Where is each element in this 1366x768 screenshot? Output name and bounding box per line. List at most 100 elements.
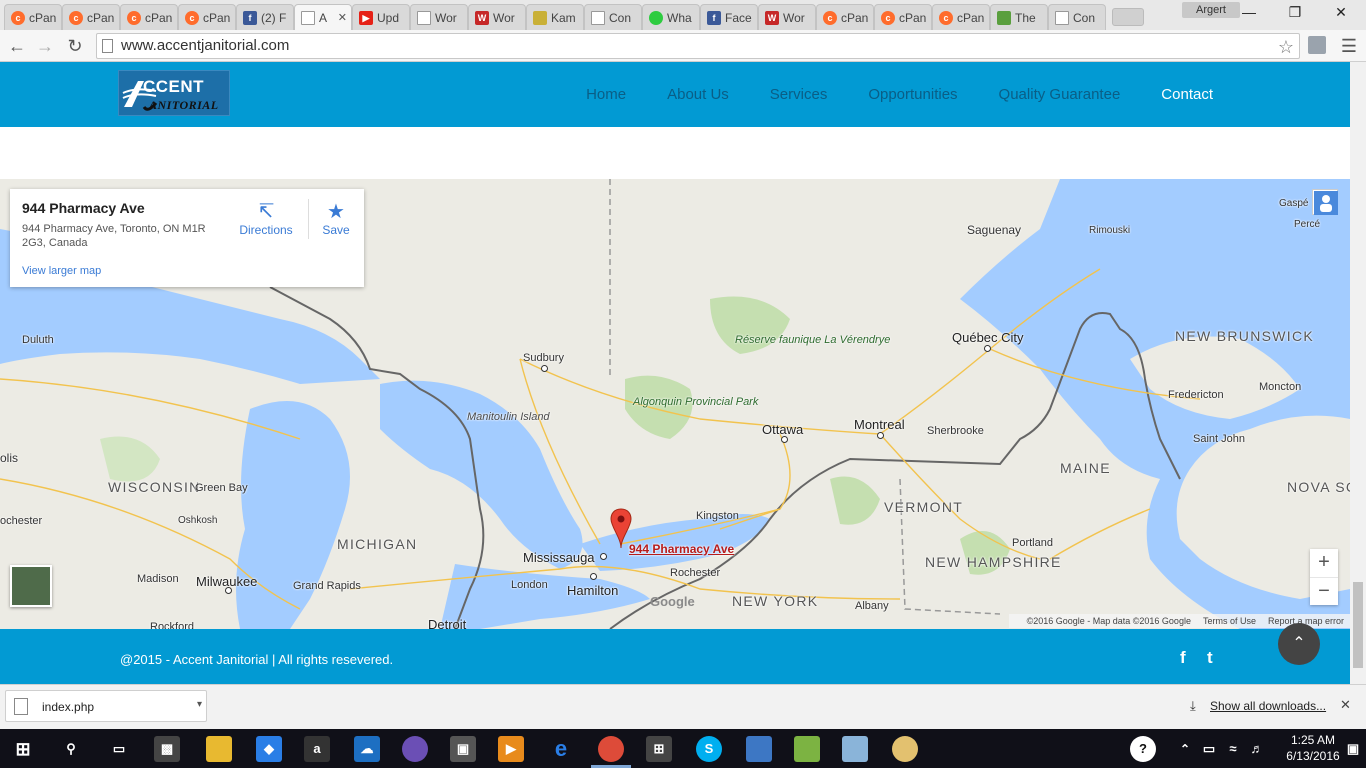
download-arrow-icon: ⤓: [1190, 698, 1196, 713]
minimize-button[interactable]: —: [1226, 0, 1272, 24]
browser-tab[interactable]: W Wor: [468, 4, 526, 30]
close-window-button[interactable]: ✕: [1318, 0, 1364, 24]
task-view-icon[interactable]: ▭: [106, 736, 132, 762]
internet-explorer-icon[interactable]: e: [548, 736, 574, 762]
nav-home[interactable]: Home: [586, 86, 626, 103]
browser-tab[interactable]: W Wor: [758, 4, 816, 30]
satellite-toggle[interactable]: [10, 565, 52, 607]
cpanel-icon: c: [185, 10, 199, 25]
browser-tab[interactable]: The: [990, 4, 1048, 30]
terms-of-use-link[interactable]: Terms of Use: [1203, 616, 1256, 626]
map-label-london: London: [511, 579, 548, 591]
close-downloads-icon[interactable]: ✕: [1340, 697, 1351, 713]
browser-tab[interactable]: Con: [584, 4, 642, 30]
browser-tab[interactable]: ▶ Upd: [352, 4, 410, 30]
download-item[interactable]: index.php ▾: [5, 690, 207, 722]
browser-tab[interactable]: Wor: [410, 4, 468, 30]
close-tab-icon[interactable]: ✕: [338, 11, 347, 24]
extension-icon[interactable]: [1308, 36, 1326, 54]
browser-tab[interactable]: A ✕: [294, 4, 352, 30]
volume-icon[interactable]: ♬: [1244, 736, 1270, 762]
wifi-icon[interactable]: ≈: [1220, 736, 1246, 762]
browser-tab[interactable]: c cPan: [874, 4, 932, 30]
maximize-button[interactable]: ❐: [1272, 0, 1318, 24]
zoom-in-button[interactable]: +: [1310, 549, 1338, 577]
forward-icon[interactable]: →: [32, 34, 58, 58]
browser-tab[interactable]: c cPan: [4, 4, 62, 30]
browser-tab[interactable]: c cPan: [932, 4, 990, 30]
tray-chevron-icon[interactable]: ⌃: [1172, 736, 1198, 762]
browser-tab[interactable]: Kam: [526, 4, 584, 30]
view-larger-map-link[interactable]: View larger map: [22, 265, 101, 277]
browser-tab[interactable]: c cPan: [62, 4, 120, 30]
windows-start-icon[interactable]: ⊞: [10, 736, 36, 762]
browser-tab[interactable]: Wha: [642, 4, 700, 30]
amazon-icon[interactable]: a: [304, 736, 330, 762]
page-icon: [102, 39, 113, 53]
directions-button[interactable]: ↸ Directions: [236, 199, 296, 237]
back-icon[interactable]: ←: [4, 34, 30, 58]
help-icon[interactable]: ?: [1130, 736, 1156, 762]
app-icon[interactable]: [746, 736, 772, 762]
search-icon[interactable]: ⚲: [58, 736, 84, 762]
notepad-plus-icon[interactable]: [794, 736, 820, 762]
page-scrollbar[interactable]: [1350, 62, 1366, 684]
save-button[interactable]: ★ Save: [306, 199, 366, 237]
chrome-icon[interactable]: [598, 736, 624, 762]
tab-label: Kam: [551, 10, 576, 25]
menu-icon[interactable]: ☰: [1336, 34, 1362, 58]
calculator-icon[interactable]: ⊞: [646, 736, 672, 762]
reload-icon[interactable]: ↻: [62, 34, 88, 58]
battery-icon[interactable]: ▭: [1196, 736, 1222, 762]
sticky-notes-icon[interactable]: [842, 736, 868, 762]
nav-about-us[interactable]: About Us: [667, 86, 729, 103]
browser-tab[interactable]: c cPan: [816, 4, 874, 30]
nav-contact[interactable]: Contact: [1161, 86, 1213, 103]
zoom-out-button[interactable]: −: [1310, 578, 1338, 606]
map-label-detroit: Detroit: [428, 617, 467, 629]
media-icon[interactable]: ▣: [450, 736, 476, 762]
store-icon[interactable]: ▩: [154, 736, 180, 762]
scroll-to-top-button[interactable]: ⌃: [1278, 623, 1320, 665]
nav-services[interactable]: Services: [770, 86, 828, 103]
city-dot: [225, 587, 232, 594]
facebook-icon: f: [243, 10, 257, 25]
nav-opportunities[interactable]: Opportunities: [868, 86, 957, 103]
address-bar[interactable]: www.accentjanitorial.com ☆: [96, 33, 1300, 59]
skype-icon[interactable]: S: [696, 736, 722, 762]
twitter-icon[interactable]: t: [1207, 648, 1213, 668]
browser-tab[interactable]: Con: [1048, 4, 1106, 30]
accent-janitorial-logo[interactable]: CCENT ANITORIAL: [118, 70, 230, 116]
pin-label[interactable]: 944 Pharmacy Ave: [629, 542, 734, 556]
dropbox-icon[interactable]: ◆: [256, 736, 282, 762]
map-label-kingston: Kingston: [696, 510, 739, 522]
new-tab-button[interactable]: [1112, 8, 1144, 26]
logo-janitorial-text: ANITORIAL: [149, 98, 219, 112]
nav-quality-guarantee[interactable]: Quality Guarantee: [999, 86, 1121, 103]
map-label-maine: MAINE: [1060, 460, 1111, 476]
scrollbar-thumb[interactable]: [1353, 582, 1363, 668]
download-menu-caret-icon[interactable]: ▾: [197, 699, 202, 710]
notifications-icon[interactable]: ▣: [1340, 736, 1366, 762]
tab-label: Con: [609, 10, 632, 25]
onedrive-icon[interactable]: ☁: [354, 736, 380, 762]
copyright-text: @2015 - Accent Janitorial | All rights r…: [120, 652, 394, 667]
file-explorer-icon[interactable]: [206, 736, 232, 762]
url-text: www.accentjanitorial.com: [121, 37, 290, 54]
street-view-pegman-icon[interactable]: [1312, 189, 1338, 215]
show-all-downloads-link[interactable]: Show all downloads...: [1210, 699, 1326, 713]
browser-tab[interactable]: f (2) F: [236, 4, 294, 30]
browser-tab[interactable]: c cPan: [178, 4, 236, 30]
system-clock[interactable]: 1:25 AM 6/13/2016: [1278, 732, 1348, 764]
browser-tab[interactable]: c cPan: [120, 4, 178, 30]
browser-tab[interactable]: f Face: [700, 4, 758, 30]
paint-icon[interactable]: [892, 736, 918, 762]
tor-icon[interactable]: [402, 736, 428, 762]
tab-label: cPan: [203, 10, 231, 25]
media-player-icon[interactable]: ▶: [498, 736, 524, 762]
google-map[interactable]: Saguenay Rimouski Gaspé Percé Duluth Sud…: [0, 179, 1350, 629]
map-label-hamilton: Hamilton: [567, 583, 619, 598]
facebook-icon[interactable]: f: [1180, 648, 1186, 668]
bookmark-star-icon[interactable]: ☆: [1278, 35, 1294, 59]
file-icon: [14, 698, 28, 715]
